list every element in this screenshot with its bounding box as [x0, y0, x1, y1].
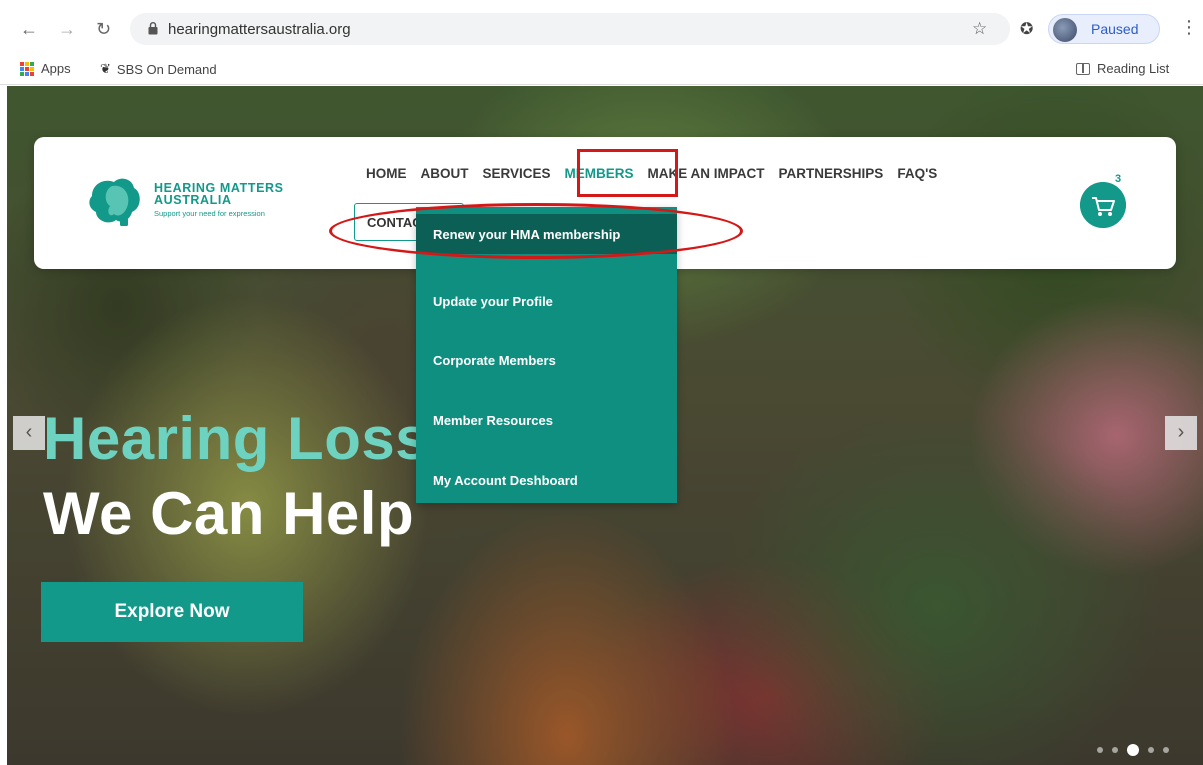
slider-dot[interactable] — [1097, 747, 1103, 753]
annotation-rectangle — [577, 149, 678, 197]
cart-icon[interactable] — [1080, 182, 1126, 228]
back-arrow-icon[interactable]: ← — [20, 19, 38, 39]
hero-heading-line1: Hearing Loss? — [43, 405, 467, 472]
bookmark-apps[interactable]: Apps — [20, 61, 71, 76]
slider-dot[interactable] — [1112, 747, 1118, 753]
nav-item-about[interactable]: ABOUT — [414, 164, 476, 184]
bookmark-sbs-label: SBS On Demand — [116, 61, 217, 77]
slider-dot-active[interactable] — [1127, 744, 1139, 756]
reading-list-icon — [1076, 62, 1090, 75]
slider-dots — [1097, 744, 1169, 756]
hero-heading-line2: We Can Help — [43, 480, 415, 547]
slider-dot[interactable] — [1148, 747, 1154, 753]
menu-item-corporate-members[interactable]: Corporate Members — [416, 340, 677, 380]
more-menu-icon[interactable]: ⋮ — [1180, 17, 1198, 38]
menu-item-member-resources[interactable]: Member Resources — [416, 400, 677, 440]
menu-item-update-profile[interactable]: Update your Profile — [416, 281, 677, 321]
hma-logo-icon — [89, 178, 140, 226]
chevron-right-icon[interactable]: › — [1165, 416, 1197, 450]
nav-item-home[interactable]: HOME — [359, 164, 414, 184]
bookmark-sbs-on-demand[interactable]: ❦ SBS On Demand — [100, 61, 217, 77]
slider-dot[interactable] — [1163, 747, 1169, 753]
annotation-ellipse — [329, 203, 743, 259]
logo-title: HEARING MATTERS AUSTRALIA — [154, 181, 284, 207]
profile-button[interactable]: Paused — [1048, 14, 1160, 44]
cart-count-badge: 3 — [1115, 173, 1122, 185]
puzzle-icon[interactable]: ✪ — [1020, 19, 1033, 39]
nav-item-services[interactable]: SERVICES — [476, 164, 558, 184]
reading-list-button[interactable]: Reading List — [1076, 61, 1169, 76]
explore-now-button[interactable]: Explore Now — [41, 582, 303, 642]
avatar — [1053, 18, 1077, 42]
forward-arrow-icon[interactable]: → — [58, 19, 76, 39]
chevron-left-icon[interactable]: ‹ — [13, 416, 45, 450]
url-text: hearingmattersaustralia.org — [168, 21, 351, 38]
sbs-logo-icon: ❦ — [100, 61, 111, 76]
lock-icon — [148, 22, 158, 35]
bookmarks-bar: Apps ❦ SBS On Demand Reading List — [0, 55, 1203, 85]
browser-toolbar: ← → ↻ hearingmattersaustralia.org ☆ ✪ Pa… — [0, 0, 1203, 55]
reload-icon[interactable]: ↻ — [96, 19, 111, 39]
menu-item-account-dashboard[interactable]: My Account Deshboard — [416, 460, 677, 500]
site-logo[interactable]: HEARING MATTERS AUSTRALIA Support your n… — [86, 174, 316, 234]
nav-item-partnerships[interactable]: PARTNERSHIPS — [772, 164, 891, 184]
profile-status: Paused — [1091, 21, 1139, 37]
reading-list-label: Reading List — [1097, 61, 1170, 76]
bookmark-apps-label: Apps — [41, 61, 71, 76]
nav-item-faqs[interactable]: FAQ'S — [890, 164, 944, 184]
address-bar[interactable]: hearingmattersaustralia.org ☆ — [130, 13, 1010, 45]
star-icon[interactable]: ☆ — [972, 19, 987, 39]
logo-tagline: Support your need for expression — [154, 209, 265, 218]
apps-grid-icon — [20, 61, 34, 76]
